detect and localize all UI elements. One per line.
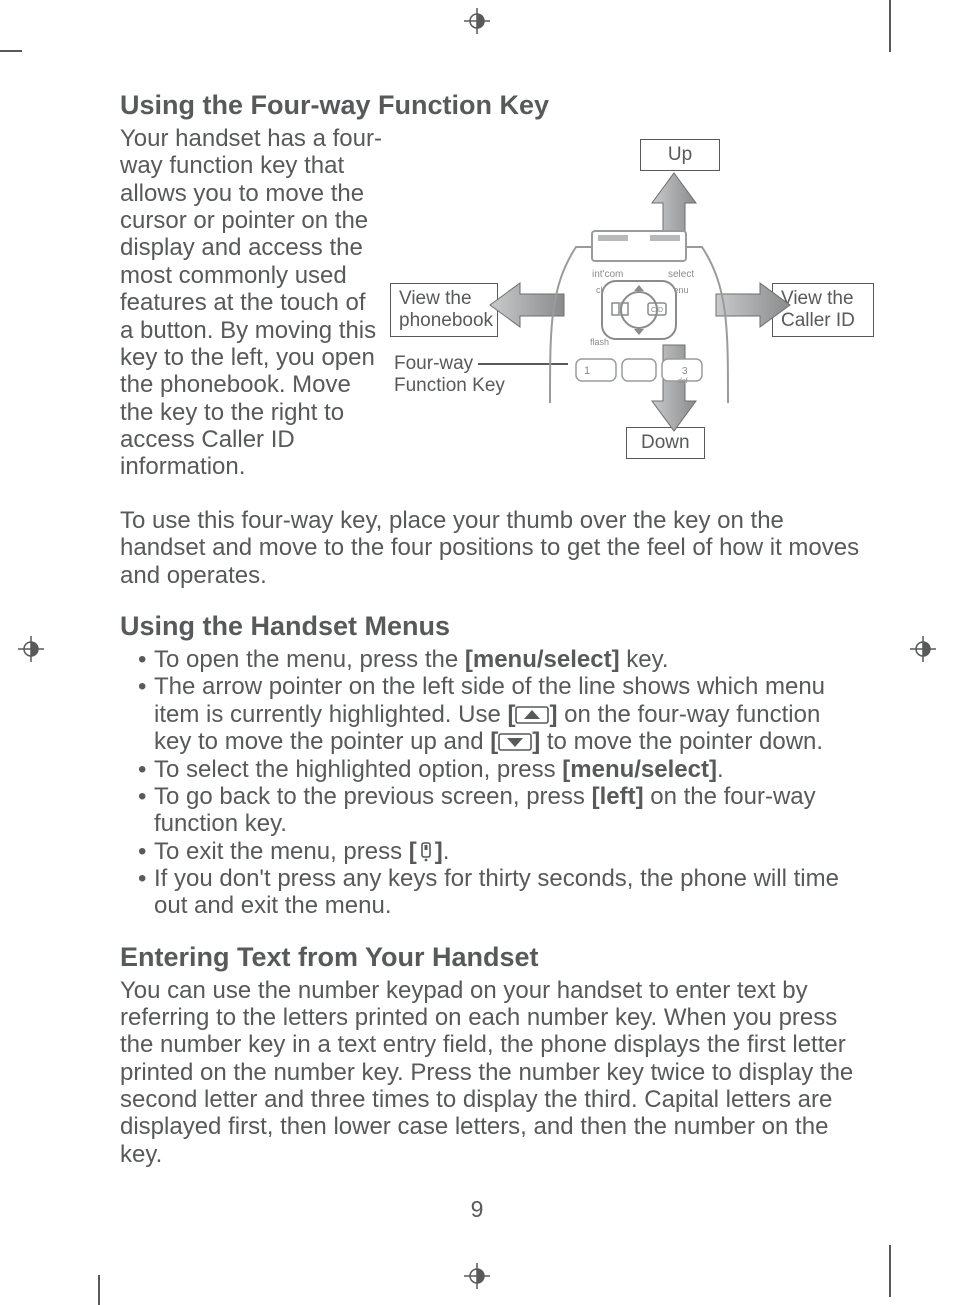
up-key-icon: [] [507,701,557,728]
key-label: [menu/select] [562,756,717,783]
text: . [717,756,724,783]
heading-four-way: Using the Four-way Function Key [120,90,860,121]
text: To exit the menu, press [154,838,409,865]
registration-mark-icon [464,1263,490,1289]
text: To go back to the previous screen, press [154,783,592,810]
page-number: 9 [0,1196,954,1223]
registration-mark-icon [18,636,44,662]
list-item: If you don't press any keys for thirty s… [138,865,860,920]
svg-text:1: 1 [584,365,590,377]
down-key-icon: [] [490,728,540,755]
text: to move the pointer down. [540,728,823,755]
svg-text:flash: flash [590,337,609,347]
text: To select the highlighted option, press [154,756,562,783]
text: If you don't press any keys for thirty s… [154,865,839,919]
heading-handset-menus: Using the Handset Menus [120,611,860,642]
menu-instructions-list: To open the menu, press the [menu/select… [120,646,860,920]
svg-text:select: select [668,269,694,280]
handset-illustration: int'com select clear menu flash CID [546,227,732,408]
svg-text:int'com: int'com [592,269,623,280]
list-item: To go back to the previous screen, press… [138,783,860,838]
list-item: To open the menu, press the [menu/select… [138,646,860,673]
svg-text:def: def [678,378,688,385]
crop-mark [889,1245,891,1297]
key-label: [menu/select] [465,646,620,673]
four-way-diagram: Up View thephonebook View theCaller ID D… [394,125,860,485]
crop-mark [889,0,891,52]
text: To open the menu, press the [154,646,465,673]
svg-text:3: 3 [682,366,688,377]
text: key. [620,646,669,673]
registration-mark-icon [910,636,936,662]
registration-mark-icon [464,8,490,34]
text: . [443,838,450,865]
paragraph-entering-text: You can use the number keypad on your ha… [120,977,860,1169]
key-label: [left] [592,783,644,810]
intro-paragraph: Your handset has a four-way function key… [120,125,382,481]
list-item: The arrow pointer on the left side of th… [138,673,860,755]
heading-entering-text: Entering Text from Your Handset [120,942,860,973]
paragraph-usage: To use this four-way key, place your thu… [120,507,860,589]
svg-text:CID: CID [651,307,663,314]
list-item: To select the highlighted option, press … [138,756,860,783]
end-key-icon: [] [409,838,443,865]
list-item: To exit the menu, press []. [138,838,860,865]
